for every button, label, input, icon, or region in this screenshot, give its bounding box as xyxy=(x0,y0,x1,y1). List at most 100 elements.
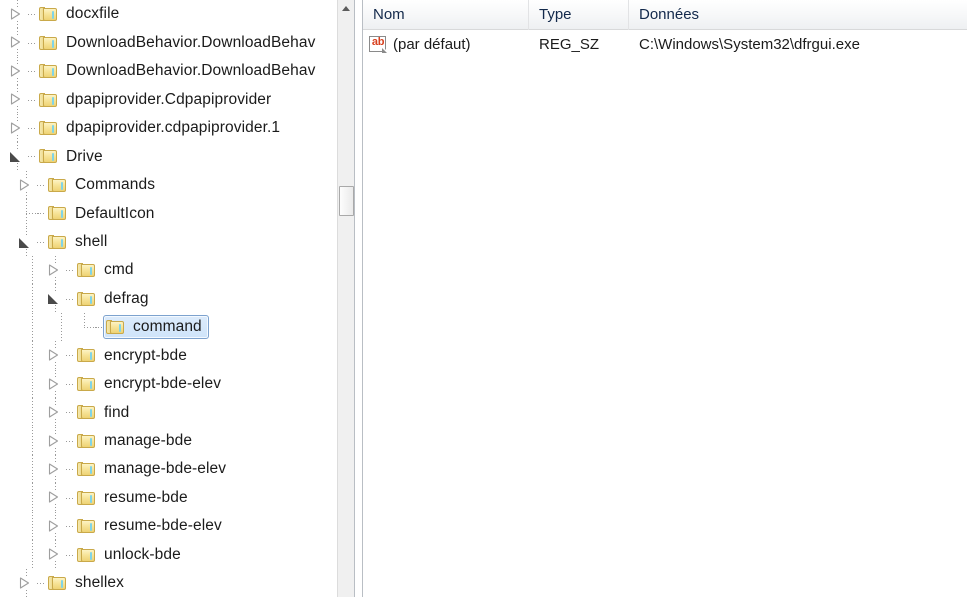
tree-item-downloadbehavior-downloadbehav[interactable]: DownloadBehavior.DownloadBehav xyxy=(0,28,354,57)
tree-item-docxfile[interactable]: docxfile xyxy=(0,0,354,28)
expanded-triangle-icon[interactable] xyxy=(47,293,59,305)
tree-item-node[interactable]: find xyxy=(74,400,136,424)
tree-item-cmd[interactable]: cmd xyxy=(0,255,354,285)
chevron-right-icon[interactable] xyxy=(8,56,28,85)
collapsed-triangle-icon[interactable] xyxy=(48,435,59,447)
tree-item-dpapiprovider-cdpapiprovider-1[interactable]: dpapiprovider.cdpapiprovider.1 xyxy=(0,113,354,142)
chevron-right-icon[interactable] xyxy=(46,369,66,398)
tree-item-resume-bde[interactable]: resume-bde xyxy=(0,483,354,512)
collapsed-triangle-icon[interactable] xyxy=(48,264,59,276)
collapsed-triangle-icon[interactable] xyxy=(10,8,21,20)
tree-item-node[interactable]: unlock-bde xyxy=(74,543,188,567)
table-row[interactable]: ab (par défaut) REG_SZ C:\Windows\System… xyxy=(363,30,967,59)
tree-item-find[interactable]: find xyxy=(0,398,354,427)
value-name-cell[interactable]: ab (par défaut) xyxy=(363,30,529,59)
tree-item-node[interactable]: encrypt-bde-elev xyxy=(74,372,228,396)
column-header-type[interactable]: Type xyxy=(529,0,629,30)
scrollbar-thumb[interactable] xyxy=(339,186,354,216)
chevron-right-icon[interactable] xyxy=(8,0,28,28)
registry-value-list-pane[interactable]: Nom Type Données ab (par défaut) REG_SZ xyxy=(363,0,967,597)
tree-connector xyxy=(37,228,45,256)
tree-item-defaulticon[interactable]: DefaultIcon xyxy=(0,199,354,228)
tree-item-command[interactable]: command xyxy=(0,312,354,342)
tree-item-node[interactable]: Drive xyxy=(36,144,110,168)
collapsed-triangle-icon[interactable] xyxy=(48,463,59,475)
chevron-down-icon[interactable] xyxy=(46,284,66,313)
tree-connector xyxy=(28,142,36,170)
scroll-up-arrow-icon[interactable] xyxy=(338,0,354,17)
pane-splitter[interactable] xyxy=(354,0,363,597)
tree-item-node[interactable]: shell xyxy=(45,230,114,254)
tree-item-node[interactable]: DefaultIcon xyxy=(45,201,162,225)
tree-item-node[interactable]: shellex xyxy=(45,571,131,595)
tree-item-manage-bde-elev[interactable]: manage-bde-elev xyxy=(0,455,354,484)
chevron-right-icon[interactable] xyxy=(46,398,66,427)
tree-item-node[interactable]: dpapiprovider.Cdpapiprovider xyxy=(36,88,278,112)
tree-item-node[interactable]: DownloadBehavior.DownloadBehav xyxy=(36,31,322,55)
tree-guide-line xyxy=(55,532,56,540)
collapsed-triangle-icon[interactable] xyxy=(10,36,21,48)
tree-item-node[interactable]: encrypt-bde xyxy=(74,343,194,367)
chevron-right-icon[interactable] xyxy=(46,540,66,569)
scrollbar-track[interactable] xyxy=(338,17,354,597)
folder-icon-front xyxy=(81,463,95,477)
tree-item-encrypt-bde-elev[interactable]: encrypt-bde-elev xyxy=(0,369,354,399)
collapsed-triangle-icon[interactable] xyxy=(48,349,59,361)
chevron-down-icon[interactable] xyxy=(17,227,37,256)
collapsed-triangle-icon[interactable] xyxy=(10,122,21,134)
tree-item-node[interactable]: resume-bde xyxy=(74,486,195,510)
tree-item-resume-bde-elev[interactable]: resume-bde-elev xyxy=(0,511,354,541)
registry-key-tree-pane[interactable]: docxfile DownloadBehavior.DownloadBehav Do… xyxy=(0,0,354,597)
tree-item-node[interactable]: dpapiprovider.cdpapiprovider.1 xyxy=(36,116,287,140)
chevron-right-icon[interactable] xyxy=(8,28,28,57)
collapsed-triangle-icon[interactable] xyxy=(48,491,59,503)
tree-item-selected[interactable]: command xyxy=(103,315,209,340)
chevron-right-icon[interactable] xyxy=(46,426,66,455)
tree-item-manage-bde[interactable]: manage-bde xyxy=(0,426,354,455)
tree-item-node[interactable]: DownloadBehavior.DownloadBehav xyxy=(36,59,322,83)
tree-item-drive[interactable]: Drive xyxy=(0,142,354,171)
chevron-down-icon[interactable] xyxy=(8,142,28,171)
tree-item-label: encrypt-bde-elev xyxy=(104,375,222,393)
registry-key-tree[interactable]: docxfile DownloadBehavior.DownloadBehav Do… xyxy=(0,0,354,597)
collapsed-triangle-icon[interactable] xyxy=(48,406,59,418)
tree-item-label: find xyxy=(104,403,130,421)
tree-item-shellex[interactable]: shellex xyxy=(0,568,354,597)
tree-item-downloadbehavior-downloadbehav[interactable]: DownloadBehavior.DownloadBehav xyxy=(0,56,354,85)
tree-item-node[interactable]: Commands xyxy=(45,173,162,197)
chevron-right-icon[interactable] xyxy=(17,170,37,199)
collapsed-triangle-icon[interactable] xyxy=(10,93,21,105)
tree-item-node[interactable]: resume-bde-elev xyxy=(74,514,229,538)
tree-item-shell[interactable]: shell xyxy=(0,227,354,256)
column-header-name[interactable]: Nom xyxy=(363,0,529,30)
chevron-right-icon[interactable] xyxy=(8,113,28,142)
collapsed-triangle-icon[interactable] xyxy=(48,548,59,560)
expanded-triangle-icon[interactable] xyxy=(18,237,30,248)
tree-item-dpapiprovider-cdpapiprovider[interactable]: dpapiprovider.Cdpapiprovider xyxy=(0,85,354,114)
chevron-right-icon[interactable] xyxy=(46,511,66,540)
chevron-right-icon[interactable] xyxy=(46,341,66,370)
tree-item-unlock-bde[interactable]: unlock-bde xyxy=(0,540,354,569)
chevron-right-icon[interactable] xyxy=(8,85,28,114)
collapsed-triangle-icon[interactable] xyxy=(19,179,30,191)
chevron-right-icon[interactable] xyxy=(46,483,66,512)
collapsed-triangle-icon[interactable] xyxy=(10,65,21,77)
collapsed-triangle-icon[interactable] xyxy=(19,577,30,589)
tree-item-node[interactable]: cmd xyxy=(74,258,141,282)
tree-item-encrypt-bde[interactable]: encrypt-bde xyxy=(0,341,354,370)
collapsed-triangle-icon[interactable] xyxy=(48,378,59,390)
tree-item-commands[interactable]: Commands xyxy=(0,170,354,199)
tree-item-node[interactable]: defrag xyxy=(74,287,156,311)
tree-item-node[interactable]: manage-bde xyxy=(74,429,199,453)
tree-vertical-scrollbar[interactable] xyxy=(337,0,354,597)
expanded-triangle-icon[interactable] xyxy=(9,151,21,163)
tree-item-node[interactable]: manage-bde-elev xyxy=(74,457,233,481)
tree-item-defrag[interactable]: defrag xyxy=(0,284,354,313)
collapsed-triangle-icon[interactable] xyxy=(48,520,59,532)
chevron-right-icon[interactable] xyxy=(17,568,37,597)
chevron-right-icon[interactable] xyxy=(46,455,66,483)
chevron-right-icon[interactable] xyxy=(46,255,66,284)
tree-connector xyxy=(28,57,36,85)
column-header-data[interactable]: Données xyxy=(629,0,967,30)
tree-item-node[interactable]: docxfile xyxy=(36,2,126,26)
